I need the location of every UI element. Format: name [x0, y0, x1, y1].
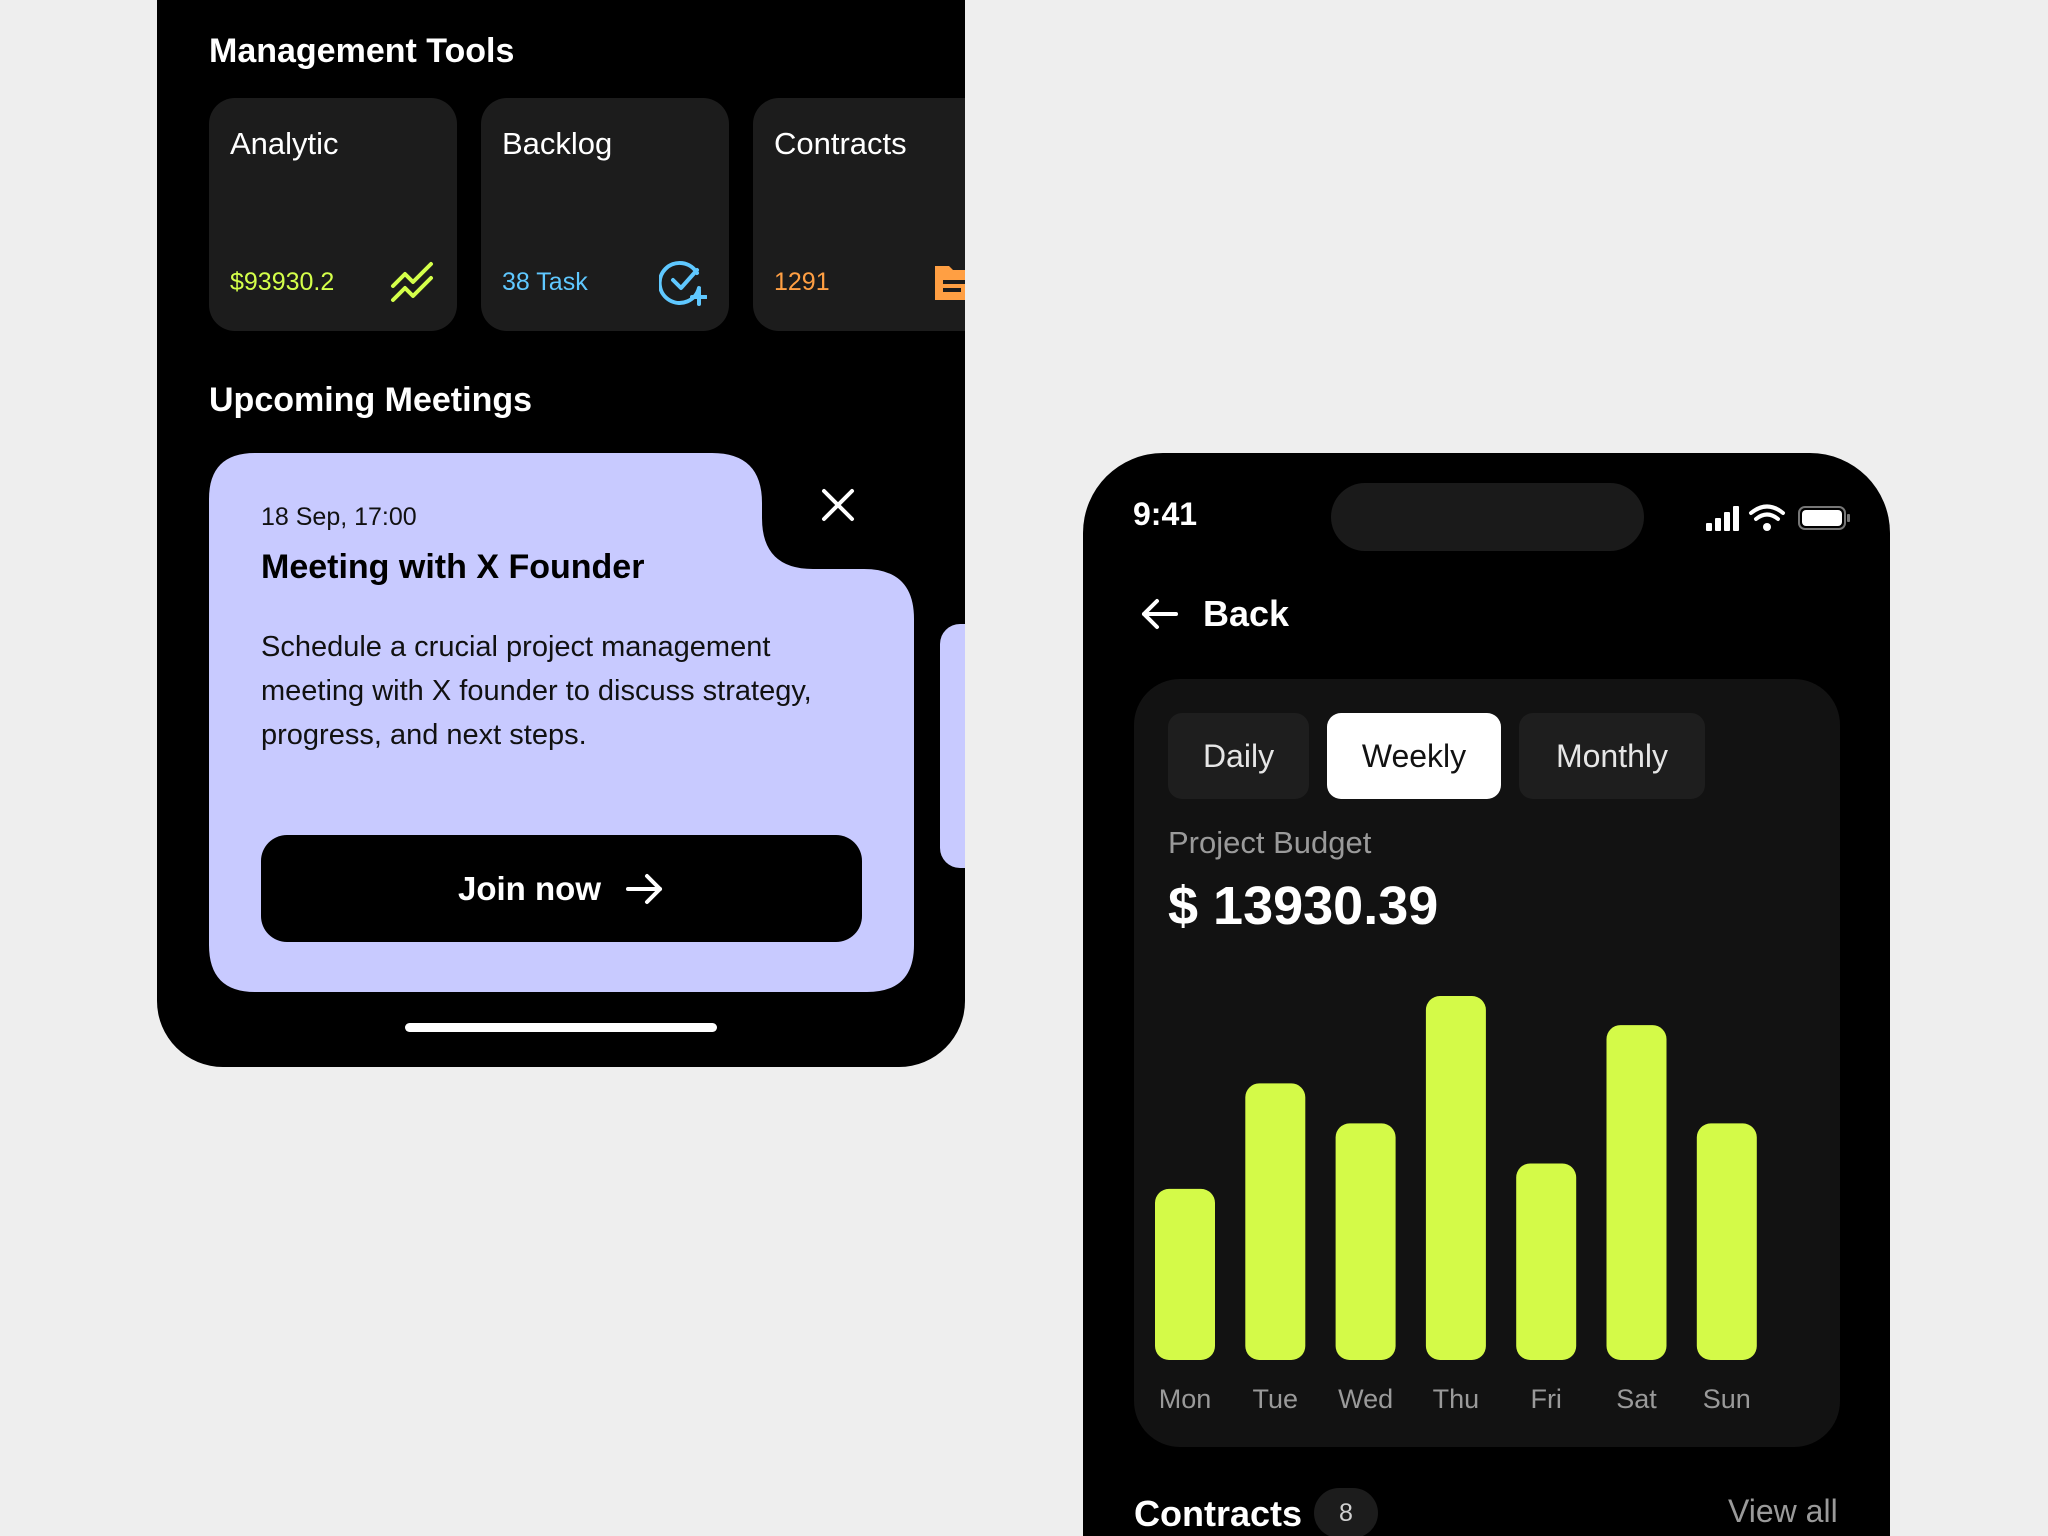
- home-indicator[interactable]: [405, 1023, 717, 1032]
- back-label: Back: [1203, 593, 1290, 634]
- back-button[interactable]: Back: [1139, 593, 1289, 635]
- contracts-count-badge: 8: [1314, 1488, 1378, 1536]
- budget-bar-chart: Mon Tue Wed Thu Fri Sat Sun: [1155, 996, 1757, 1414]
- trending-up-icon: [391, 262, 433, 302]
- view-all-link[interactable]: View all: [1728, 1493, 1838, 1530]
- dynamic-island: [1331, 483, 1644, 551]
- next-meeting-card-peek[interactable]: [940, 624, 965, 868]
- x-tick-label-fri: Fri: [1530, 1384, 1561, 1414]
- status-icons: [1706, 504, 1850, 531]
- meeting-description: Schedule a crucial project management me…: [261, 631, 812, 751]
- meeting-card: 18 Sep, 17:00 Meeting with X Founder Sch…: [209, 453, 914, 992]
- check-add-icon: [659, 260, 707, 306]
- tool-card-analytic[interactable]: Analytic $93930.2: [209, 98, 457, 331]
- battery-icon: [1798, 506, 1850, 530]
- budget-card: Daily Weekly Monthly Project Budget $ 13…: [1134, 679, 1840, 1447]
- management-tools-title: Management Tools: [209, 32, 515, 70]
- phone-dashboard: Management Tools Analytic $93930.2 Backl…: [157, 0, 965, 1067]
- arrow-right-icon: [626, 873, 662, 904]
- x-tick-label-thu: Thu: [1433, 1384, 1480, 1414]
- tool-card-contracts[interactable]: Contracts 1291: [753, 98, 965, 331]
- tool-value: 1291: [774, 268, 830, 296]
- tool-card-backlog[interactable]: Backlog 38 Task: [481, 98, 729, 331]
- contracts-title: Contracts: [1134, 1493, 1303, 1534]
- bar-wed: [1335, 1123, 1396, 1360]
- bar-fri: [1516, 1163, 1577, 1360]
- tool-value: 38 Task: [502, 268, 588, 296]
- phone-budget: 9:41 Back Daily Weekly Monthly Project B…: [1083, 453, 1890, 1536]
- x-tick-label-sun: Sun: [1703, 1384, 1751, 1414]
- x-tick-label-wed: Wed: [1338, 1384, 1393, 1414]
- join-now-button[interactable]: Join now: [261, 835, 862, 942]
- tool-name: Backlog: [502, 126, 613, 161]
- arrow-left-icon: [1142, 599, 1178, 629]
- x-tick-label-sat: Sat: [1616, 1384, 1657, 1414]
- tool-value: $93930.2: [230, 268, 335, 296]
- meeting-title: Meeting with X Founder: [261, 548, 645, 586]
- wifi-icon: [1749, 504, 1785, 531]
- bar-tue: [1245, 1083, 1306, 1360]
- signal-icon: [1706, 506, 1739, 531]
- bar-mon: [1155, 1188, 1215, 1360]
- bar-thu: [1425, 996, 1486, 1360]
- bar-sun: [1696, 1123, 1757, 1360]
- tool-name: Analytic: [230, 126, 339, 161]
- tool-name: Contracts: [774, 126, 907, 161]
- status-time: 9:41: [1133, 496, 1198, 532]
- x-tick-label-mon: Mon: [1159, 1384, 1212, 1414]
- upcoming-meetings-title: Upcoming Meetings: [209, 381, 533, 419]
- bar-sat: [1606, 1025, 1667, 1360]
- close-icon[interactable]: [820, 487, 856, 523]
- join-now-label: Join now: [458, 869, 601, 907]
- folder-icon: [935, 266, 965, 300]
- x-tick-label-tue: Tue: [1253, 1384, 1299, 1414]
- meeting-date: 18 Sep, 17:00: [261, 503, 417, 531]
